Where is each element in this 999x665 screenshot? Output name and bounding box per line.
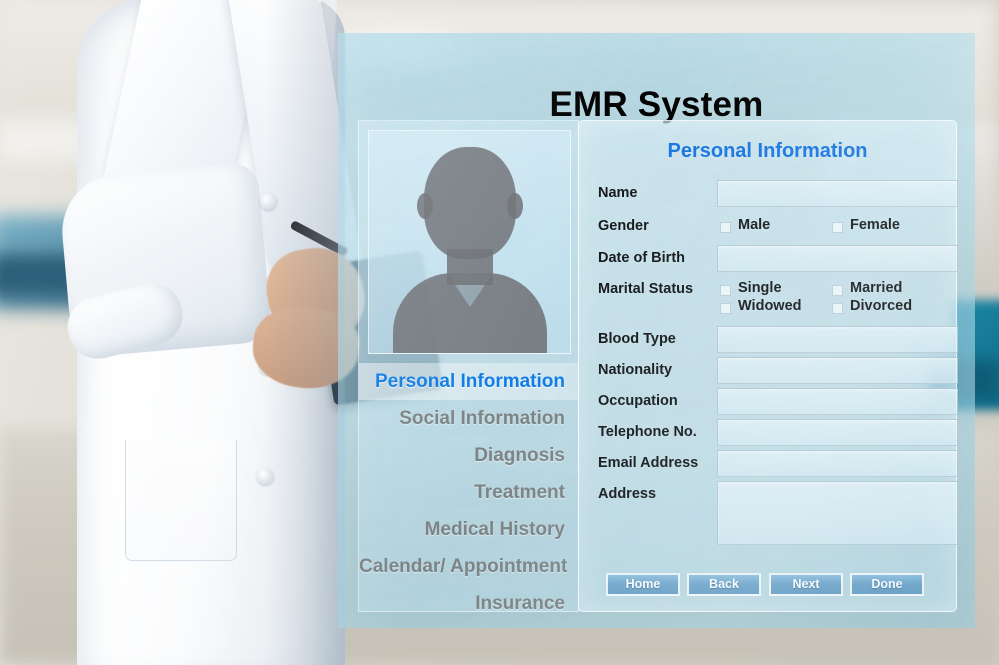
gender-label: Gender xyxy=(598,218,649,234)
telephone-label: Telephone No. xyxy=(598,424,697,440)
blood-type-label: Blood Type xyxy=(598,331,676,347)
sidebar-item-personal-information[interactable]: Personal Information xyxy=(359,363,578,400)
email-input[interactable] xyxy=(717,450,958,477)
name-input[interactable] xyxy=(717,180,958,207)
field-row-name: Name xyxy=(598,180,958,207)
occupation-input[interactable] xyxy=(717,388,958,415)
telephone-input[interactable] xyxy=(717,419,958,446)
address-label: Address xyxy=(598,486,657,502)
form-title: Personal Information xyxy=(667,140,868,162)
marital-widowed-label[interactable]: Widowed xyxy=(738,298,802,314)
coat-button xyxy=(260,193,277,210)
done-button[interactable]: Done xyxy=(850,573,924,596)
personal-information-form: Personal Information Name Gender Male Fe… xyxy=(578,120,958,612)
date-of-birth-input[interactable] xyxy=(717,245,958,272)
gender-male-label[interactable]: Male xyxy=(738,217,770,233)
marital-widowed-checkbox[interactable] xyxy=(720,303,731,314)
marital-married-checkbox[interactable] xyxy=(832,285,843,296)
nationality-input[interactable] xyxy=(717,357,958,384)
next-button[interactable]: Next xyxy=(769,573,843,596)
occupation-label: Occupation xyxy=(598,393,678,409)
coat-pocket xyxy=(125,440,237,561)
nationality-label: Nationality xyxy=(598,362,673,378)
sidebar-item-social-information[interactable]: Social Information xyxy=(359,400,578,437)
sidebar-item-diagnosis[interactable]: Diagnosis xyxy=(359,437,578,474)
gender-female-checkbox[interactable] xyxy=(832,222,843,233)
field-row-address: Address xyxy=(598,481,958,545)
field-row-email: Email Address xyxy=(598,450,958,477)
field-row-blood-type: Blood Type xyxy=(598,326,958,353)
sidebar-nav: Personal Information Social Information … xyxy=(359,363,578,622)
blood-type-input[interactable] xyxy=(717,326,958,353)
page-title: EMR System xyxy=(549,85,764,124)
back-button[interactable]: Back xyxy=(687,573,761,596)
gender-female-label[interactable]: Female xyxy=(850,217,900,233)
field-row-occupation: Occupation xyxy=(598,388,958,415)
avatar-head-icon xyxy=(424,147,516,259)
coat-button xyxy=(257,468,274,485)
form-button-bar: Home Back Next Done xyxy=(606,573,946,596)
sidebar-item-calendar-appointment[interactable]: Calendar/ Appointment xyxy=(359,548,578,585)
emr-panel: EMR System Personal Information Social I… xyxy=(338,33,975,628)
gender-male-checkbox[interactable] xyxy=(720,222,731,233)
date-of-birth-label: Date of Birth xyxy=(598,250,685,266)
marital-married-label[interactable]: Married xyxy=(850,280,902,296)
marital-single-checkbox[interactable] xyxy=(720,285,731,296)
address-textarea[interactable] xyxy=(717,481,958,545)
field-row-telephone: Telephone No. xyxy=(598,419,958,446)
field-row-marital-status: Marital Status Single Married Widowed Di… xyxy=(598,277,938,315)
doctor-figure xyxy=(55,0,444,665)
sidebar-item-medical-history[interactable]: Medical History xyxy=(359,511,578,548)
sidebar-item-treatment[interactable]: Treatment xyxy=(359,474,578,511)
marital-single-label[interactable]: Single xyxy=(738,280,782,296)
marital-divorced-label[interactable]: Divorced xyxy=(850,298,912,314)
patient-photo-frame[interactable] xyxy=(368,130,571,354)
home-button[interactable]: Home xyxy=(606,573,680,596)
field-row-date-of-birth: Date of Birth xyxy=(598,245,958,272)
name-label: Name xyxy=(598,185,638,201)
marital-status-label: Marital Status xyxy=(598,281,694,297)
screenshot-root: EMR System Personal Information Social I… xyxy=(0,0,999,665)
sidebar: Personal Information Social Information … xyxy=(358,120,579,614)
field-row-gender: Gender Male Female xyxy=(598,215,938,237)
marital-divorced-checkbox[interactable] xyxy=(832,303,843,314)
field-row-nationality: Nationality xyxy=(598,357,958,384)
sidebar-item-insurance[interactable]: Insurance xyxy=(359,585,578,622)
email-label: Email Address xyxy=(598,455,699,471)
